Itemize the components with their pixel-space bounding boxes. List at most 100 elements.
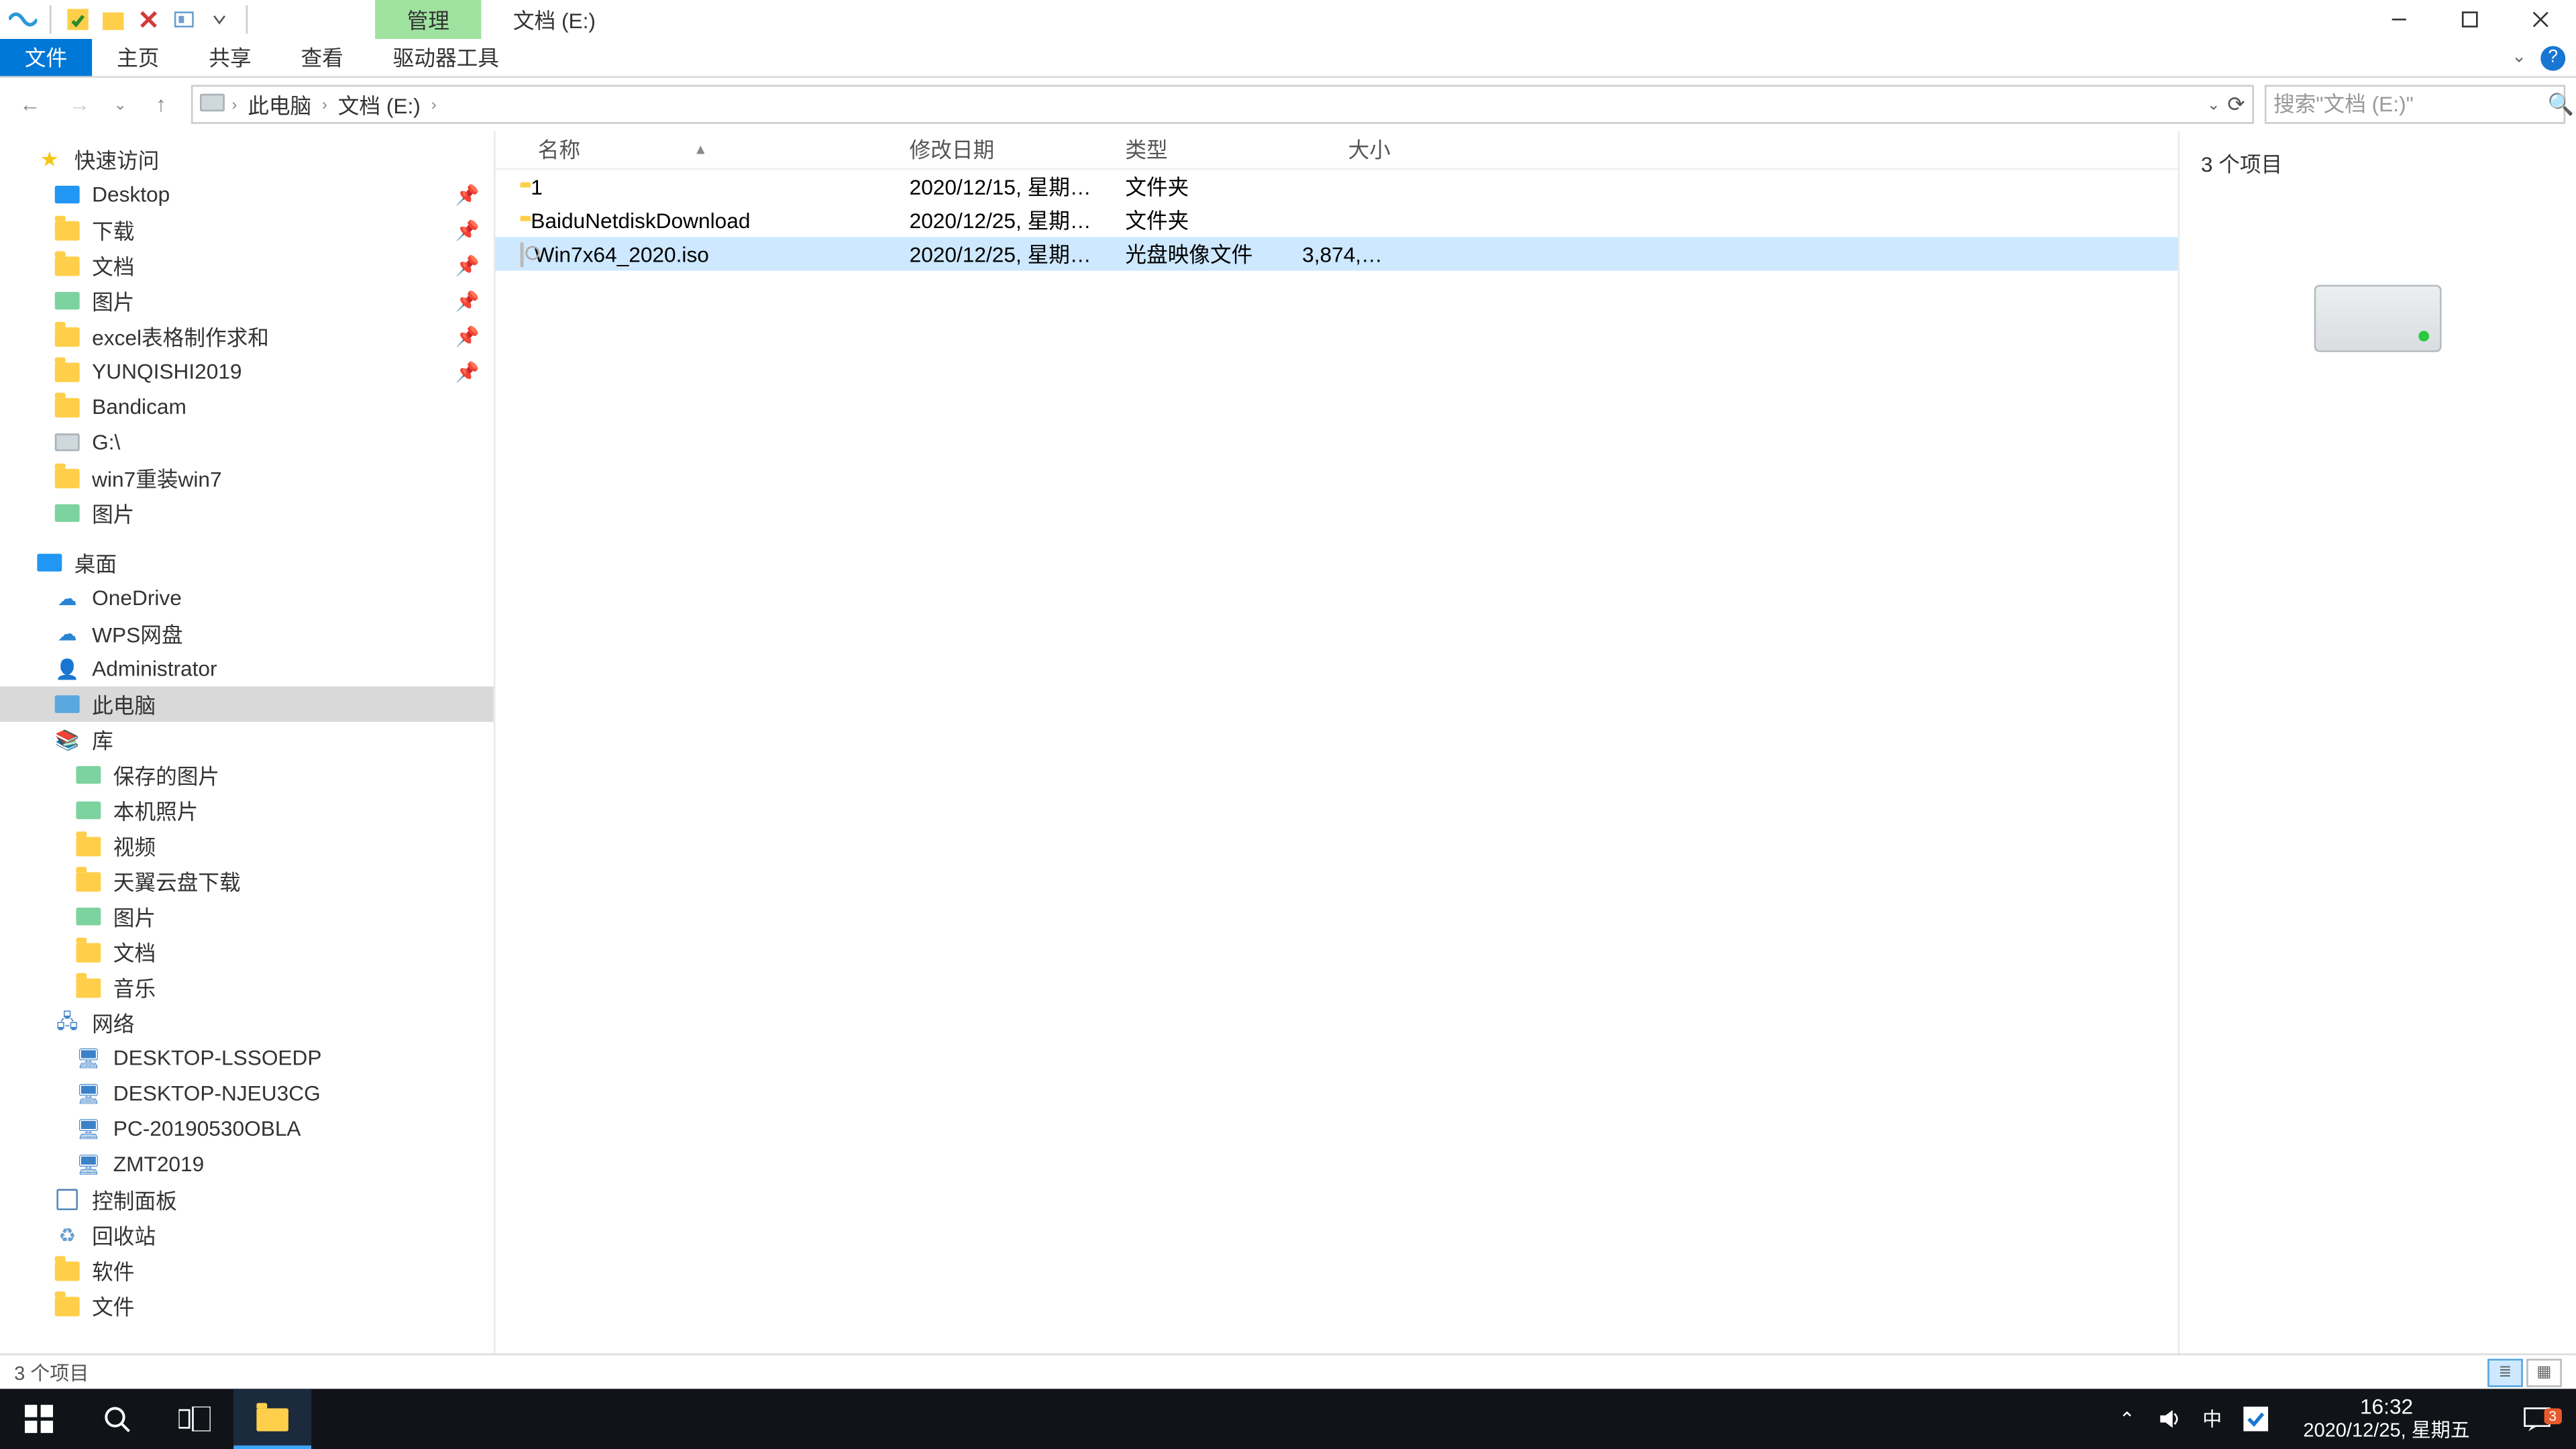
minimize-button[interactable] bbox=[2364, 0, 2434, 39]
tree-item[interactable]: 软件 bbox=[0, 1252, 494, 1288]
ribbon-tab-drive-tools[interactable]: 驱动器工具 bbox=[368, 39, 524, 76]
breadcrumb[interactable]: › 此电脑 › 文档 (E:) › ⌄ ⟳ bbox=[191, 85, 2254, 124]
nav-up-button[interactable]: ↑ bbox=[142, 85, 180, 124]
breadcrumb-segment[interactable]: 此电脑 bbox=[244, 89, 315, 119]
tree-library-item[interactable]: 保存的图片 bbox=[0, 757, 494, 793]
taskbar-search-button[interactable] bbox=[78, 1389, 156, 1449]
tray-volume-icon[interactable] bbox=[2156, 1407, 2181, 1432]
tree-library-item[interactable]: 天翼云盘下载 bbox=[0, 863, 494, 899]
tree-desktop-item[interactable]: 📚库 bbox=[0, 722, 494, 757]
tree-network-item[interactable]: 🖥ZMT2019 bbox=[0, 1146, 494, 1182]
tree-quick-item[interactable]: Desktop📌 bbox=[0, 177, 494, 213]
tree-library-item[interactable]: 视频 bbox=[0, 828, 494, 863]
tree-quick-item[interactable]: 图片 bbox=[0, 495, 494, 531]
column-header-name[interactable]: 名称 ▲ bbox=[495, 134, 892, 164]
search-icon[interactable]: 🔍 bbox=[2548, 92, 2574, 117]
taskbar-explorer-button[interactable] bbox=[233, 1389, 311, 1449]
qat-dropdown-icon[interactable] bbox=[203, 3, 235, 35]
cloud-icon: ☁ bbox=[53, 619, 81, 647]
folder-icon bbox=[53, 322, 81, 350]
help-icon[interactable]: ? bbox=[2540, 45, 2565, 70]
chevron-right-icon[interactable]: › bbox=[228, 95, 240, 113]
tree-library-item[interactable]: 本机照片 bbox=[0, 793, 494, 828]
app-icon[interactable] bbox=[7, 3, 39, 35]
tree-quick-item[interactable]: 文档📌 bbox=[0, 248, 494, 283]
chevron-right-icon[interactable]: › bbox=[319, 95, 331, 113]
breadcrumb-segment[interactable]: 文档 (E:) bbox=[335, 89, 425, 119]
preview-pane: 3 个项目 bbox=[2178, 131, 2576, 1353]
maximize-button[interactable] bbox=[2434, 0, 2505, 39]
tree-quick-item[interactable]: Bandicam bbox=[0, 389, 494, 425]
start-button[interactable] bbox=[0, 1389, 78, 1449]
pin-icon: 📌 bbox=[455, 360, 480, 383]
network-icon: 🖥 bbox=[74, 1044, 103, 1072]
tray-overflow-icon[interactable]: ⌃ bbox=[2119, 1407, 2135, 1430]
tree-item[interactable]: 控制面板 bbox=[0, 1182, 494, 1218]
nav-history-dropdown[interactable]: ⌄ bbox=[110, 85, 131, 124]
tree-quick-item[interactable]: 图片📌 bbox=[0, 283, 494, 319]
tree-quick-item[interactable]: excel表格制作求和📌 bbox=[0, 319, 494, 354]
tree-network-item[interactable]: 🖥DESKTOP-LSSOEDP bbox=[0, 1040, 494, 1076]
breadcrumb-dropdown-icon[interactable]: ⌄ bbox=[2207, 95, 2220, 114]
tree-network-item[interactable]: 🖥PC-20190530OBLA bbox=[0, 1111, 494, 1146]
qat-rename-icon[interactable] bbox=[168, 3, 200, 35]
chevron-right-icon[interactable]: › bbox=[427, 95, 439, 113]
file-row[interactable]: BaiduNetdiskDownload2020/12/25, 星期五 1...… bbox=[495, 203, 2178, 237]
file-row[interactable]: Win7x64_2020.iso2020/12/25, 星期五 1...光盘映像… bbox=[495, 237, 2178, 270]
qat-delete-icon[interactable] bbox=[133, 3, 164, 35]
tree-library-item[interactable]: 图片 bbox=[0, 899, 494, 934]
action-center-button[interactable]: 3 bbox=[2506, 1407, 2569, 1432]
navigation-tree[interactable]: ★ 快速访问 Desktop📌下载📌文档📌图片📌excel表格制作求和📌YUNQ… bbox=[0, 131, 495, 1353]
tree-quick-item[interactable]: win7重装win7 bbox=[0, 460, 494, 496]
tree-library-item[interactable]: 音乐 bbox=[0, 969, 494, 1005]
tree-desktop-item[interactable]: 👤Administrator bbox=[0, 651, 494, 687]
tree-label: excel表格制作求和 bbox=[92, 321, 269, 352]
tree-item[interactable]: ♻回收站 bbox=[0, 1218, 494, 1253]
column-header-name-label: 名称 bbox=[538, 134, 580, 164]
column-header-type[interactable]: 类型 bbox=[1108, 134, 1285, 164]
search-input[interactable] bbox=[2273, 92, 2548, 117]
view-details-button[interactable]: ≣ bbox=[2487, 1358, 2523, 1386]
qat-properties-icon[interactable] bbox=[62, 3, 93, 35]
tray-ime-indicator[interactable]: 中 bbox=[2202, 1405, 2222, 1433]
tree-desktop-root[interactable]: 桌面 bbox=[0, 545, 494, 580]
tree-quick-item[interactable]: 下载📌 bbox=[0, 212, 494, 248]
file-name: 1 bbox=[531, 174, 543, 199]
taskbar-clock[interactable]: 16:32 2020/12/25, 星期五 bbox=[2289, 1397, 2484, 1442]
ribbon-tab-file[interactable]: 文件 bbox=[0, 39, 92, 76]
context-tab-manage[interactable]: 管理 bbox=[375, 0, 481, 39]
file-size: 3,874,126... bbox=[1285, 241, 1409, 266]
tree-quick-item[interactable]: YUNQISHI2019📌 bbox=[0, 354, 494, 389]
nav-forward-button[interactable]: → bbox=[60, 85, 99, 124]
ribbon-tab-share[interactable]: 共享 bbox=[184, 39, 276, 76]
title-bar: 管理 文档 (E:) bbox=[0, 0, 2576, 39]
ribbon-tab-view[interactable]: 查看 bbox=[276, 39, 368, 76]
file-row[interactable]: 12020/12/15, 星期二 1...文件夹 bbox=[495, 170, 2178, 203]
tree-library-item[interactable]: 文档 bbox=[0, 934, 494, 970]
tree-desktop-item[interactable]: ☁WPS网盘 bbox=[0, 616, 494, 651]
tree-label: 软件 bbox=[92, 1255, 134, 1285]
view-thumbnails-button[interactable]: ▦ bbox=[2526, 1358, 2562, 1386]
folder-icon bbox=[53, 216, 81, 244]
column-header-size[interactable]: 大小 bbox=[1285, 134, 1409, 164]
ribbon-collapse-icon[interactable]: ⌄ bbox=[2512, 48, 2526, 67]
close-button[interactable] bbox=[2506, 0, 2576, 39]
tray-app-icon[interactable] bbox=[2243, 1407, 2268, 1432]
refresh-icon[interactable]: ⟳ bbox=[2227, 92, 2245, 117]
user-icon: 👤 bbox=[53, 655, 81, 683]
search-box[interactable]: 🔍 bbox=[2265, 85, 2565, 124]
tree-desktop-item[interactable]: ☁OneDrive bbox=[0, 580, 494, 616]
tree-quick-item[interactable]: G:\ bbox=[0, 425, 494, 460]
column-header-date[interactable]: 修改日期 bbox=[892, 134, 1108, 164]
tree-quick-access[interactable]: ★ 快速访问 bbox=[0, 142, 494, 177]
qat-new-folder-icon[interactable] bbox=[97, 3, 129, 35]
ribbon-tab-home[interactable]: 主页 bbox=[92, 39, 184, 76]
task-view-button[interactable] bbox=[156, 1389, 233, 1449]
tree-network-item[interactable]: 🖥DESKTOP-NJEU3CG bbox=[0, 1076, 494, 1112]
tree-desktop-item[interactable]: 此电脑 bbox=[0, 686, 494, 722]
nav-back-button[interactable]: ← bbox=[11, 85, 50, 124]
tree-label: OneDrive bbox=[92, 586, 182, 610]
tree-item[interactable]: 文件 bbox=[0, 1288, 494, 1324]
ribbon-tabs: 文件 主页 共享 查看 驱动器工具 ⌄ ? bbox=[0, 39, 2576, 78]
tree-network[interactable]: 🖧 网络 bbox=[0, 1005, 494, 1040]
